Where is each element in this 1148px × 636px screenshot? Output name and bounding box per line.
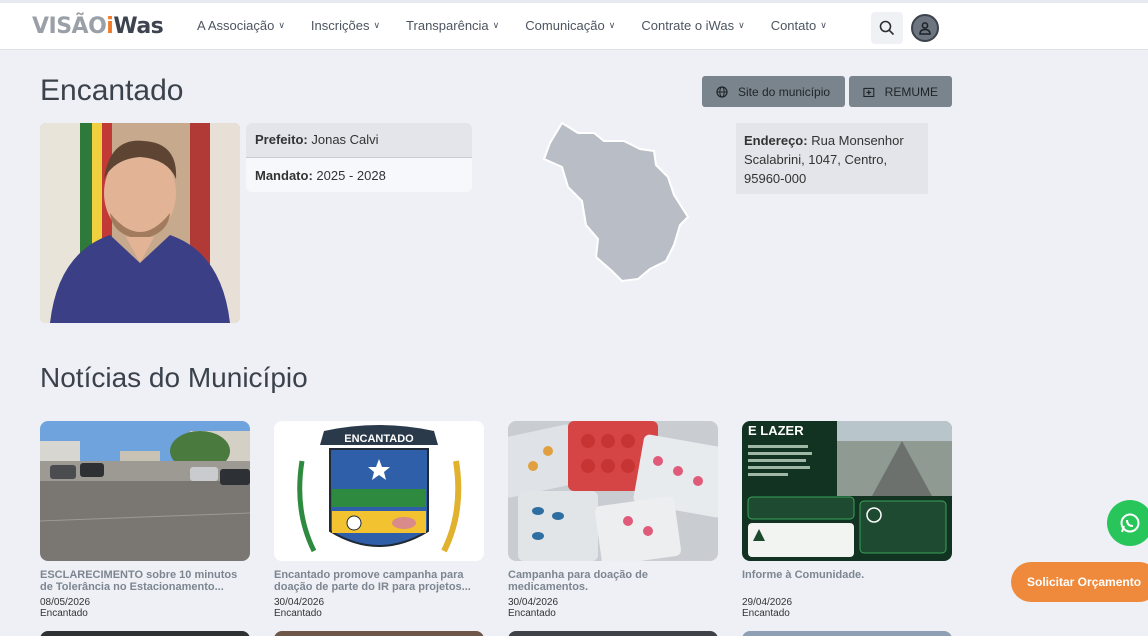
news-city: Encantado: [508, 608, 556, 619]
remume-button[interactable]: REMUME: [849, 76, 952, 107]
nav-item-comunicacao[interactable]: Comunicação ∨: [525, 18, 615, 33]
news-image-text: ENCANTADO: [344, 433, 414, 445]
nav-item-contrate[interactable]: Contrate o iWas ∨: [641, 18, 744, 33]
mayor-photo: [40, 123, 240, 323]
whatsapp-icon: [1120, 513, 1140, 533]
site-header: VISÃOiWas A Associação ∨ Inscrições ∨ Tran…: [0, 3, 1148, 50]
address-card: Endereço: Rua Monsenhor Scalabrini, 1047…: [736, 123, 928, 194]
whatsapp-button[interactable]: [1107, 500, 1148, 546]
prefeito-name: Jonas Calvi: [311, 132, 379, 147]
globe-icon: [716, 85, 728, 98]
chevron-down-icon: ∨: [492, 20, 500, 30]
news-city: Encantado: [742, 608, 790, 619]
nav-item-contato[interactable]: Contato ∨: [771, 18, 827, 33]
solicitar-orcamento-label: Solicitar Orçamento: [1027, 575, 1142, 589]
news-image: E LAZER: [742, 421, 952, 561]
nav-item-label: Contato: [770, 18, 817, 33]
news-card[interactable]: Campanha para doação de medicamentos. 30…: [508, 421, 718, 619]
page-title: Encantado: [40, 74, 184, 107]
chevron-down-icon: ∨: [373, 20, 381, 30]
news-card[interactable]: E LAZER Informe à Comunidade. 29/04/2026…: [742, 421, 952, 619]
mandato-label: Mandato:: [255, 168, 313, 183]
news-image: [508, 421, 718, 561]
mayor-info-card: Prefeito: Jonas Calvi Mandato: 2025 - 20…: [246, 123, 472, 192]
news-image: ENCANTADO: [274, 421, 484, 561]
news-image: [40, 421, 250, 561]
prefeito-row: Prefeito: Jonas Calvi: [246, 123, 472, 158]
chevron-down-icon: ∨: [608, 20, 616, 30]
news-card-next-row[interactable]: [508, 631, 718, 636]
nav-item-associacao[interactable]: A Associação ∨: [197, 18, 285, 33]
municipality-map: [538, 121, 693, 286]
nav-item-label: Contrate o iWas: [641, 18, 735, 33]
mandato-value: 2025 - 2028: [316, 168, 386, 183]
news-card[interactable]: ENCANTADO Encantado promove campanha par…: [274, 421, 484, 619]
news-date: 30/04/2026: [274, 597, 325, 608]
logo-part-was: Was: [113, 14, 164, 39]
news-section-title: Notícias do Município: [40, 362, 308, 393]
chevron-down-icon: ∨: [738, 20, 745, 30]
nav-item-label: A Associação: [197, 18, 275, 33]
news-image-text: E LAZER: [748, 423, 804, 438]
news-title[interactable]: Informe à Comunidade.: [742, 569, 952, 593]
logo-part-visao: VISÃO: [32, 14, 107, 39]
chevron-down-icon: ∨: [820, 20, 827, 30]
search-button[interactable]: [871, 12, 903, 44]
nav-item-label: Comunicação: [525, 18, 605, 33]
address-label: Endereço:: [744, 133, 808, 148]
brand-logo[interactable]: VISÃOiWas: [32, 14, 164, 39]
site-municipio-button[interactable]: Site do município: [702, 76, 845, 107]
news-title[interactable]: Campanha para doação de medicamentos.: [508, 569, 718, 593]
news-date: 30/04/2026: [508, 597, 559, 608]
news-city: Encantado: [274, 608, 322, 619]
prefeito-label: Prefeito:: [255, 132, 308, 147]
news-date: 29/04/2026: [742, 597, 793, 608]
chevron-down-icon: ∨: [278, 20, 285, 30]
nav-item-label: Transparência: [406, 18, 489, 33]
news-card-next-row[interactable]: [274, 631, 484, 636]
search-icon: [879, 20, 895, 36]
news-title[interactable]: ESCLARECIMENTO sobre 10 minutos de Toler…: [40, 569, 250, 593]
site-municipio-label: Site do município: [738, 84, 831, 99]
news-card[interactable]: ESCLARECIMENTO sobre 10 minutos de Toler…: [40, 421, 250, 619]
solicitar-orcamento-button[interactable]: Solicitar Orçamento: [1011, 562, 1148, 602]
user-icon: [919, 22, 931, 35]
nav-item-transparencia[interactable]: Transparência ∨: [406, 18, 499, 33]
news-date: 08/05/2026: [40, 597, 91, 608]
news-city: Encantado: [40, 608, 88, 619]
mandato-row: Mandato: 2025 - 2028: [246, 158, 472, 192]
user-account-button[interactable]: [911, 14, 939, 42]
remume-label: REMUME: [884, 84, 938, 99]
news-title[interactable]: Encantado promove campanha para doação d…: [274, 569, 484, 593]
news-card-next-row[interactable]: [40, 631, 250, 636]
nav-item-inscricoes[interactable]: Inscrições ∨: [311, 18, 380, 33]
main-nav: A Associação ∨ Inscrições ∨ Transparência ∨…: [197, 18, 853, 33]
hospital-icon: [863, 87, 875, 97]
news-card-next-row[interactable]: [742, 631, 952, 636]
nav-item-label: Inscrições: [310, 18, 370, 33]
